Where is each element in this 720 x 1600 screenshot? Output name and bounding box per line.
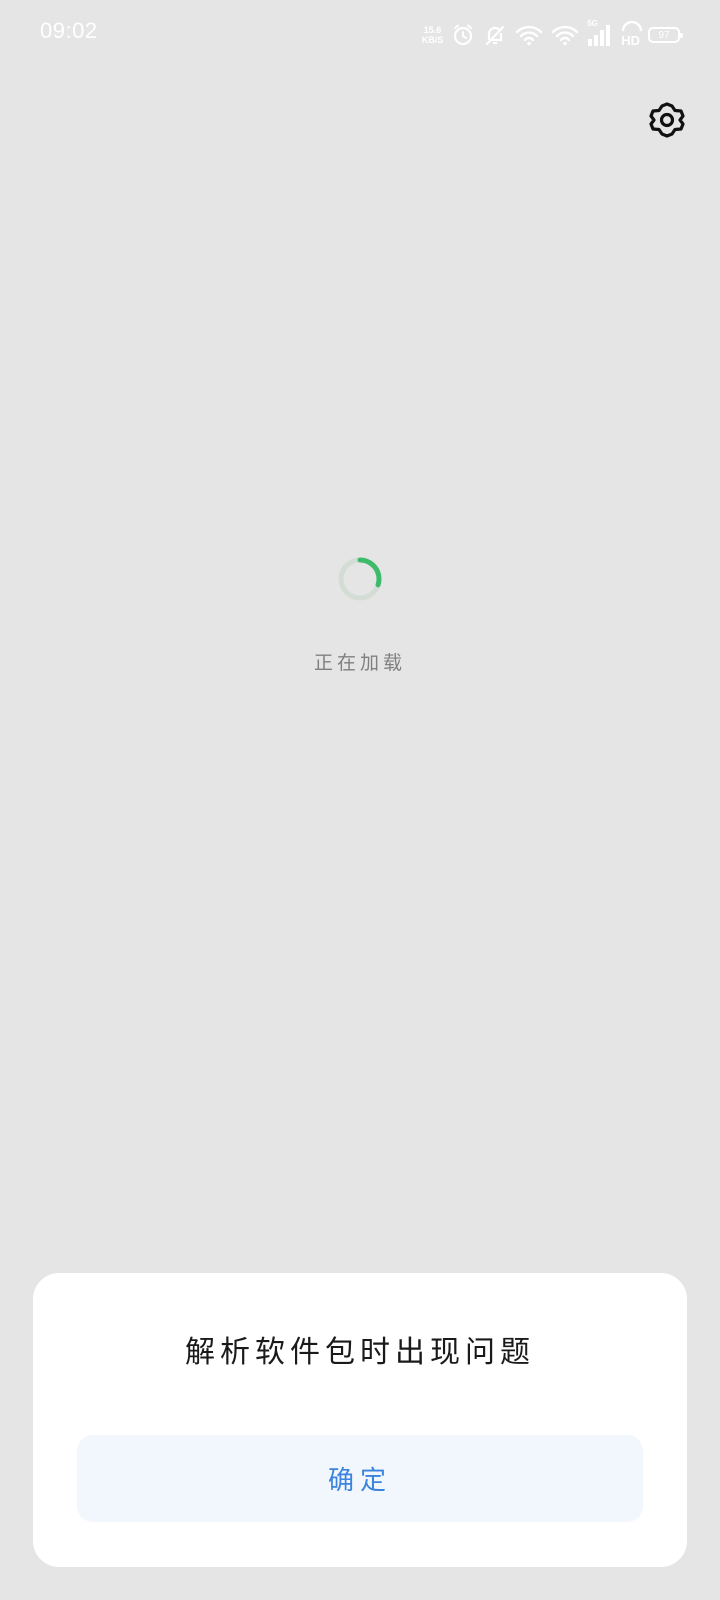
- status-bar: 09:02 15.6 KB/S 5G HD 97: [0, 0, 720, 70]
- wifi-icon: [551, 24, 579, 46]
- network-speed: 15.6 KB/S: [422, 25, 444, 45]
- wifi-icon: [515, 24, 543, 46]
- battery-level: 97: [658, 29, 670, 41]
- loading-spinner: [337, 556, 383, 602]
- status-icons: 15.6 KB/S 5G HD 97: [422, 19, 683, 50]
- gear-icon: [648, 101, 686, 143]
- status-time: 09:02: [40, 18, 98, 43]
- confirm-button[interactable]: 确定: [77, 1435, 643, 1522]
- settings-button[interactable]: [645, 100, 689, 144]
- loading-text: 正在加载: [313, 652, 406, 674]
- network-speed-value: 15.6: [423, 25, 442, 35]
- cellular-signal-icon: 5G: [587, 19, 613, 47]
- battery-icon: 97: [648, 27, 683, 43]
- screen: 09:02 15.6 KB/S 5G HD 97 正在加载 解析软件包时出现问题…: [0, 0, 720, 1600]
- notifications-off-icon: [483, 23, 507, 47]
- hd-call-icon: HD: [621, 20, 643, 48]
- alarm-icon: [451, 23, 475, 47]
- hd-badge: HD: [621, 32, 640, 48]
- dialog-title: 解析软件包时出现问题: [185, 1335, 535, 1370]
- network-speed-unit: KB/S: [421, 35, 444, 45]
- signal-badge: 5G: [587, 19, 598, 28]
- error-dialog: 解析软件包时出现问题 确定: [33, 1273, 687, 1567]
